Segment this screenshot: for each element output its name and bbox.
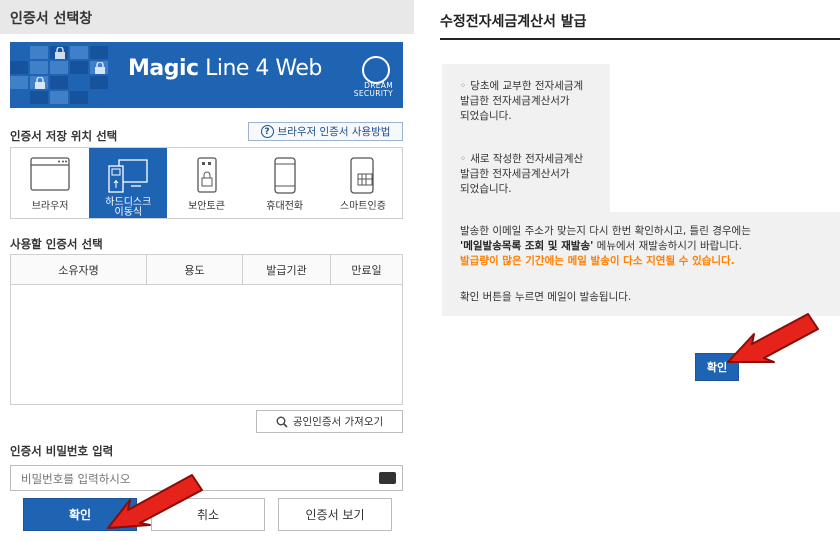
column-header-purpose[interactable]: 용도 xyxy=(147,255,243,284)
cert-select-dialog: 인증서 선택창 Magic Line 4 Web DREAM SECURITY 인… xyxy=(0,0,414,541)
column-header-expiry[interactable]: 만료일 xyxy=(331,255,402,284)
pointer-arrow-icon xyxy=(107,474,203,529)
lock-icon xyxy=(35,77,45,89)
redaction-overlay xyxy=(610,64,840,212)
storage-option-security-token[interactable]: 보안토큰 xyxy=(167,148,245,218)
lock-icon xyxy=(95,62,105,74)
email-notice: 발송한 이메일 주소가 맞는지 다시 한번 확인하시고, 틀린 경우에는 '메일… xyxy=(460,224,751,269)
column-header-issuer[interactable]: 발급기관 xyxy=(243,255,331,284)
email-check-text: 발송한 이메일 주소가 맞는지 다시 한번 확인하시고, 틀린 경우에는 xyxy=(460,225,751,237)
brand-logo-text: DREAM SECURITY xyxy=(353,81,393,98)
banner-product-name: Magic Line 4 Web xyxy=(128,56,322,81)
password-section-label: 인증서 비밀번호 입력 xyxy=(10,444,114,458)
notice-paragraph-2: ◦ 새로 작성한 전자세금계산 발급한 전자세금계산서가 되었습니다. xyxy=(460,152,583,197)
cert-list-table[interactable]: 소유자명 용도 발급기관 만료일 xyxy=(10,254,403,405)
bullet-icon: ◦ xyxy=(460,80,467,92)
mobile-phone-icon xyxy=(274,157,296,194)
use-cert-section-label: 사용할 인증서 선택 xyxy=(10,237,103,251)
bullet-icon: ◦ xyxy=(460,153,467,165)
storage-option-smart-auth[interactable]: 스마트인증 xyxy=(324,148,402,218)
question-icon: ? xyxy=(260,125,274,138)
import-cert-button[interactable]: 공인인증서 가져오기 xyxy=(256,410,403,433)
harddisk-usb-icon xyxy=(108,159,148,193)
notice-text: 되었습니다. xyxy=(460,110,512,122)
browser-cert-help-button[interactable]: ? 브라우저 인증서 사용방법 xyxy=(248,122,403,141)
storage-option-label: 하드디스크 이동식 xyxy=(105,197,152,218)
storage-section-label: 인증서 저장 위치 선택 xyxy=(10,129,118,143)
import-cert-label: 공인인증서 가져오기 xyxy=(292,416,384,428)
cert-table-header: 소유자명 용도 발급기관 만료일 xyxy=(11,255,402,285)
view-cert-button[interactable]: 인증서 보기 xyxy=(278,498,392,531)
pointer-arrow-icon xyxy=(727,313,819,363)
notice-paragraph-1: ◦ 당초에 교부한 전자세금계 발급한 전자세금계산서가 되었습니다. xyxy=(460,79,583,124)
search-icon xyxy=(276,416,288,428)
help-button-label: 브라우저 인증서 사용방법 xyxy=(277,126,391,138)
storage-option-mobile-phone[interactable]: 휴대전화 xyxy=(246,148,324,218)
confirm-instruction: 확인 버튼을 누르면 메일이 발송됩니다. xyxy=(460,291,632,303)
invoice-panel-title: 수정전자세금계산서 발급 xyxy=(440,14,587,30)
storage-option-label: 스마트인증 xyxy=(339,201,386,212)
column-header-owner[interactable]: 소유자명 xyxy=(11,255,147,284)
lock-icon xyxy=(55,47,65,59)
notice-text: 당초에 교부한 전자세금계 xyxy=(470,80,584,92)
security-token-icon xyxy=(196,157,217,193)
dream-security-logo-icon xyxy=(362,56,390,84)
resend-menu-name: '메일발송목록 조회 및 재발송' xyxy=(460,240,594,252)
notice-text: 새로 작성한 전자세금계산 xyxy=(470,153,584,165)
notice-text: 발급한 전자세금계산서가 xyxy=(460,95,570,107)
storage-option-label: 휴대전화 xyxy=(266,201,304,212)
resend-suffix: 메뉴에서 재발송하시기 바랍니다. xyxy=(593,240,742,252)
notice-text: 되었습니다. xyxy=(460,183,512,195)
dialog-title: 인증서 선택창 xyxy=(10,11,93,27)
notice-text: 발급한 전자세금계산서가 xyxy=(460,168,570,180)
storage-location-selector: 브라우저 하드디스크 이동식 보안토큰 휴대전화 스마트인증 xyxy=(10,147,403,219)
storage-option-browser[interactable]: 브라우저 xyxy=(11,148,89,218)
magicline-banner: Magic Line 4 Web DREAM SECURITY xyxy=(10,42,403,108)
browser-icon xyxy=(30,157,70,191)
smart-auth-icon xyxy=(350,157,374,194)
storage-option-harddisk[interactable]: 하드디스크 이동식 xyxy=(89,148,168,218)
title-divider xyxy=(440,38,840,40)
virtual-keyboard-icon[interactable] xyxy=(379,472,396,484)
storage-option-label: 보안토큰 xyxy=(188,201,225,212)
delay-warning: 발급량이 많은 기간에는 메일 발송이 다소 지연될 수 있습니다. xyxy=(460,255,735,267)
storage-option-label: 브라우저 xyxy=(31,201,69,212)
